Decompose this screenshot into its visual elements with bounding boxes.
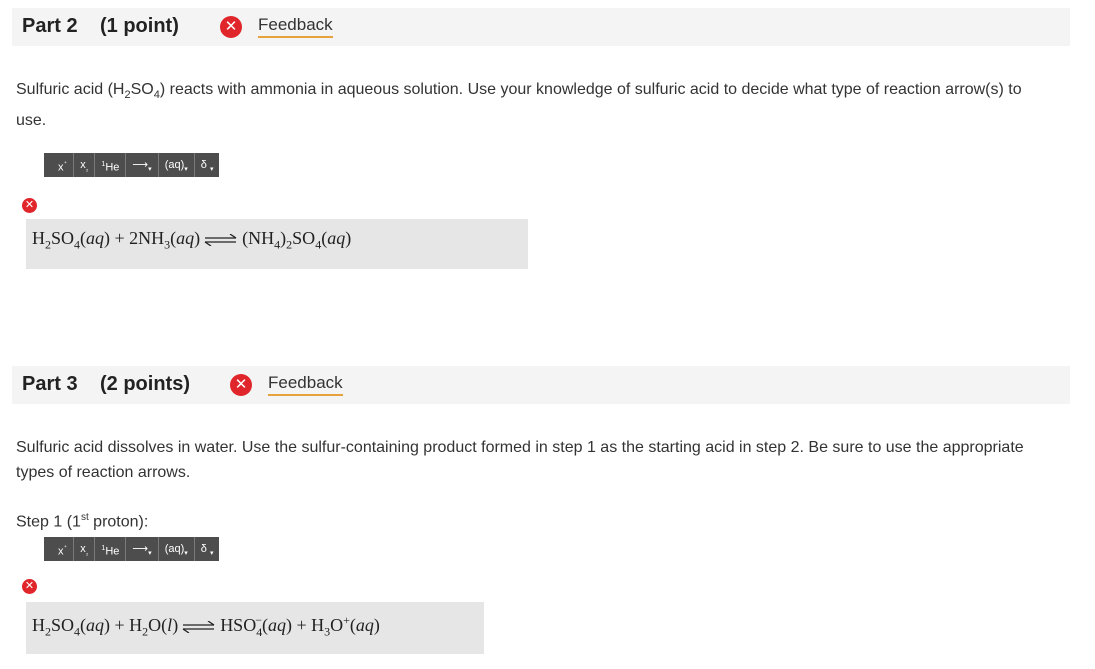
part3-prompt: Sulfuric acid dissolves in water. Use th… [16,439,1024,481]
arrow-button[interactable]: ⟶▾ [126,153,159,177]
delta-button[interactable]: δ ▾ [195,537,220,561]
element-button[interactable]: 1He [95,537,127,561]
error-icon: ✕ [230,374,252,396]
part2-feedback-link[interactable]: Feedback [258,15,333,38]
state-button[interactable]: (aq)▾ [159,153,195,177]
equilibrium-arrow-icon [204,233,237,246]
part3-chem-toolbar: x⁺ x₂ 1He ⟶▾ (aq)▾ δ ▾ [44,537,220,561]
part2-prompt: Sulfuric acid (H2SO4) reacts with ammoni… [16,81,1022,130]
arrow-button[interactable]: ⟶▾ [126,537,159,561]
answer-error-icon: ✕ [22,198,37,213]
element-button[interactable]: 1He [95,153,127,177]
part3-title: Part 3 [22,373,78,395]
part3-header: Part 3 (2 points) ✕ Feedback [12,366,1070,404]
part2-header: Part 2 (1 point) ✕ Feedback [12,8,1070,46]
part3-equation: H2SO4(aq) + H2O(l) HSO4−(aq) + H3O+(aq) [32,613,380,639]
part2-answer-box[interactable]: H2SO4(aq) + 2NH3(aq) (NH4)2SO4(aq) [26,219,528,269]
equilibrium-arrow-icon [182,620,215,633]
delta-button[interactable]: δ ▾ [195,153,220,177]
part2-title: Part 2 [22,15,78,37]
subscript-button[interactable]: x₂ [74,153,96,177]
state-button[interactable]: (aq)▾ [159,537,195,561]
superscript-button[interactable]: x⁺ [44,153,75,177]
part3-answer-box[interactable]: H2SO4(aq) + H2O(l) HSO4−(aq) + H3O+(aq) [26,602,484,654]
part2-equation: H2SO4(aq) + 2NH3(aq) (NH4)2SO4(aq) [32,228,352,252]
step1-label: Step 1 (1st proton): [16,512,149,531]
superscript-button[interactable]: x⁺ [44,537,75,561]
part3-feedback-link[interactable]: Feedback [268,373,343,396]
answer-error-icon: ✕ [22,579,37,594]
part3-points: (2 points) [100,373,190,395]
subscript-button[interactable]: x₂ [74,537,96,561]
part2-points: (1 point) [100,15,179,37]
part2-chem-toolbar: x⁺ x₂ 1He ⟶▾ (aq)▾ δ ▾ [44,153,220,177]
error-icon: ✕ [220,16,242,38]
